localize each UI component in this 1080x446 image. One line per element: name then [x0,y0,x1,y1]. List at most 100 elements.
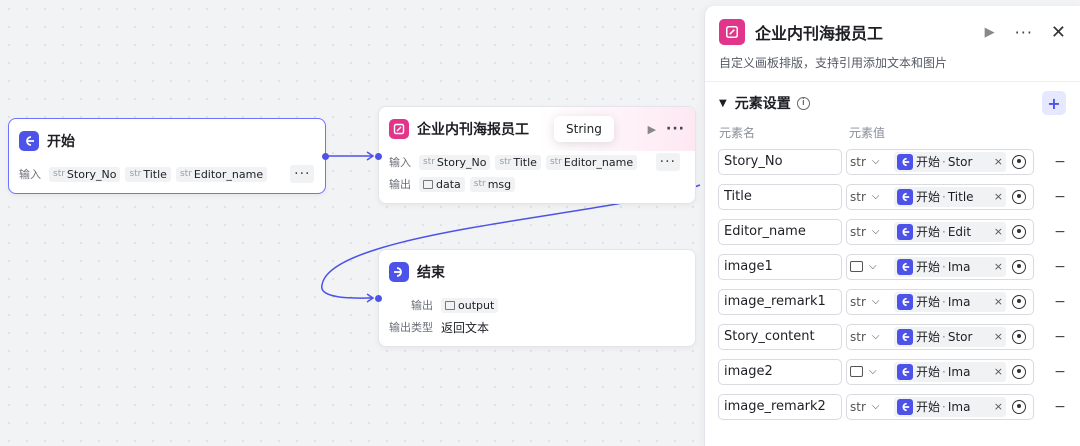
remove-reference-icon[interactable]: × [992,330,1003,343]
end-output-type-label: 输出类型 [389,321,433,334]
element-name-input[interactable]: image_remark1 [718,288,842,315]
remove-element-button[interactable]: − [1053,154,1067,170]
end-input-handle[interactable] [375,295,382,302]
element-name-input[interactable]: Title [718,183,842,210]
reference-sep: · [942,399,946,414]
reference-tag[interactable]: 开始 · Ima × [894,361,1006,382]
start-icon [897,328,913,345]
variable-picker-icon[interactable] [1012,294,1026,309]
remove-reference-icon[interactable]: × [992,155,1003,168]
type-select[interactable]: ⌵ [850,261,894,272]
type-select[interactable]: str ⌵ [850,400,894,414]
more-icon[interactable]: ··· [1015,23,1033,42]
remove-reference-icon[interactable]: × [992,260,1003,273]
reference-source: 开始 [916,330,941,344]
run-icon[interactable]: ▶ [648,123,656,136]
add-element-button[interactable]: + [1042,91,1066,115]
poster-node[interactable]: 企业内刊海报员工 ▶ ··· 输入 str Story_No str Title s… [375,106,696,204]
image-type-icon [850,261,863,272]
variable-picker-icon[interactable] [1012,329,1026,344]
type-value: str [850,154,866,169]
element-row: image_remark1 str ⌵ 开始 · Ima × − [705,284,1080,319]
element-value-field[interactable]: str ⌵ 开始 · Stor × [846,323,1034,350]
reference-sep: · [942,329,946,344]
element-value-field[interactable]: str ⌵ 开始 · Ima × [846,393,1034,420]
type-select[interactable]: str ⌵ [850,330,894,344]
remove-element-button[interactable]: − [1053,259,1067,275]
end-icon [389,262,409,282]
variable-picker-icon[interactable] [1012,364,1026,379]
element-value-field[interactable]: ⌵ 开始 · Ima × [846,253,1034,280]
element-name-input[interactable]: image_remark2 [718,393,842,420]
reference-var: Stor [947,154,973,169]
reference-tag[interactable]: 开始 · Ima × [894,396,1006,417]
element-row: Editor_name str ⌵ 开始 · Edit × − [705,214,1080,249]
reference-tag[interactable]: 开始 · Ima × [894,291,1006,312]
element-name-input[interactable]: Editor_name [718,218,842,245]
reference-var: Edit [947,224,972,239]
col-value-header: 元素值 [849,126,886,140]
type-select[interactable]: str ⌵ [850,155,894,169]
element-row: image1 ⌵ 开始 · Ima × − [705,249,1080,284]
poster-input-label: 输入 [389,156,411,169]
remove-reference-icon[interactable]: × [992,400,1003,413]
poster-output-label: 输出 [389,178,411,191]
collapse-chevron-icon[interactable]: ▼ [719,98,727,109]
element-value-field[interactable]: str ⌵ 开始 · Title × [846,183,1034,210]
remove-element-button[interactable]: − [1053,364,1067,380]
start-input-tag: str Editor_name [175,166,268,182]
info-icon[interactable]: i [796,96,810,110]
poster-input-handle[interactable] [375,153,382,160]
variable-picker-icon[interactable] [1012,154,1026,169]
start-node[interactable]: 开始 输入 str Story_No str Title str Editor_nam… [8,118,329,194]
remove-element-button[interactable]: − [1053,294,1067,310]
chevron-down-icon: ⌵ [871,401,880,412]
variable-picker-icon[interactable] [1012,259,1026,274]
start-output-handle[interactable] [322,153,329,160]
element-name-input[interactable]: Story_No [718,148,842,175]
poster-inputs-more-button[interactable]: ··· [655,153,680,171]
close-icon[interactable]: ✕ [1051,22,1066,43]
remove-element-button[interactable]: − [1053,189,1067,205]
reference-tag[interactable]: 开始 · Stor × [894,151,1006,172]
end-node[interactable]: 结束 输出 output 输出类型 返回文本 [375,249,696,347]
element-name-input[interactable]: Story_content [718,323,842,350]
type-select[interactable]: str ⌵ [850,295,894,309]
poster-more-button[interactable]: ··· [666,121,685,137]
variable-picker-icon[interactable] [1012,399,1026,414]
element-value-field[interactable]: str ⌵ 开始 · Edit × [846,218,1034,245]
remove-element-button[interactable]: − [1053,329,1067,345]
variable-picker-icon[interactable] [1012,224,1026,239]
element-value-field[interactable]: ⌵ 开始 · Ima × [846,358,1034,385]
remove-element-button[interactable]: − [1053,399,1067,415]
type-select[interactable]: ⌵ [850,366,894,377]
reference-tag[interactable]: 开始 · Stor × [894,326,1006,347]
element-value-field[interactable]: str ⌵ 开始 · Ima × [846,288,1034,315]
reference-var: Ima [947,364,971,379]
run-icon[interactable]: ▶ [985,25,995,40]
remove-reference-icon[interactable]: × [992,190,1003,203]
reference-var: Ima [947,294,971,309]
panel-header: 企业内刊海报员工 ▶ ··· ✕ [705,6,1080,58]
start-node-inputs: 输入 str Story_No str Title str Editor_name ·… [9,163,325,185]
reference-tag[interactable]: 开始 · Title × [894,186,1006,207]
reference-tag[interactable]: 开始 · Ima × [894,256,1006,277]
element-name-input[interactable]: image1 [718,253,842,280]
remove-reference-icon[interactable]: × [992,365,1003,378]
remove-element-button[interactable]: − [1053,224,1067,240]
element-value-field[interactable]: str ⌵ 开始 · Stor × [846,148,1034,175]
reference-tag[interactable]: 开始 · Edit × [894,221,1006,242]
element-name-input[interactable]: image2 [718,358,842,385]
remove-reference-icon[interactable]: × [992,295,1003,308]
poster-icon [719,19,745,45]
type-select[interactable]: str ⌵ [850,190,894,204]
reference-sep: · [942,154,946,169]
chevron-down-icon: ⌵ [871,296,880,307]
remove-reference-icon[interactable]: × [992,225,1003,238]
type-select[interactable]: str ⌵ [850,225,894,239]
variable-picker-icon[interactable] [1012,189,1026,204]
chevron-down-icon: ⌵ [869,261,877,272]
reference-source: 开始 [916,190,941,204]
start-more-button[interactable]: ··· [290,165,315,183]
reference-var: Title [947,189,974,204]
